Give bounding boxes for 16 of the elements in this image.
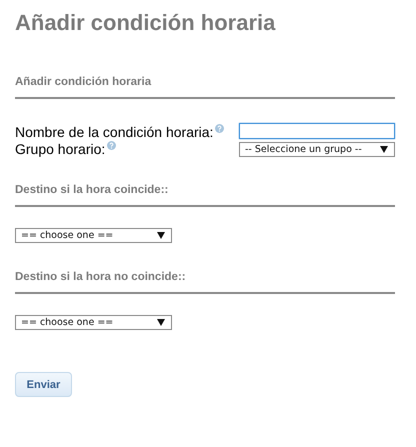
help-icon[interactable] xyxy=(107,141,116,150)
help-icon[interactable] xyxy=(215,124,224,133)
section-heading: Destino si la hora no coincide:: xyxy=(15,271,395,294)
group-dropdown[interactable]: -- Seleccione un grupo -- xyxy=(239,142,395,157)
caret-icon xyxy=(157,319,165,326)
name-input-field[interactable] xyxy=(239,123,395,139)
section-heading: Añadir condición horaria xyxy=(15,76,395,99)
caret-icon xyxy=(380,146,388,153)
destination-dropdown[interactable]: == choose one == xyxy=(15,315,172,330)
destination-dropdown[interactable]: == choose one == xyxy=(15,228,172,243)
submit-button[interactable]: Enviar xyxy=(15,372,72,397)
caret-icon xyxy=(157,232,165,239)
field-label: Grupo horario: xyxy=(15,140,106,158)
section-heading: Destino si la hora coincide:: xyxy=(15,184,395,207)
field-label: Nombre de la condición horaria: xyxy=(15,123,214,141)
page-title: Añadir condición horaria xyxy=(15,10,276,36)
